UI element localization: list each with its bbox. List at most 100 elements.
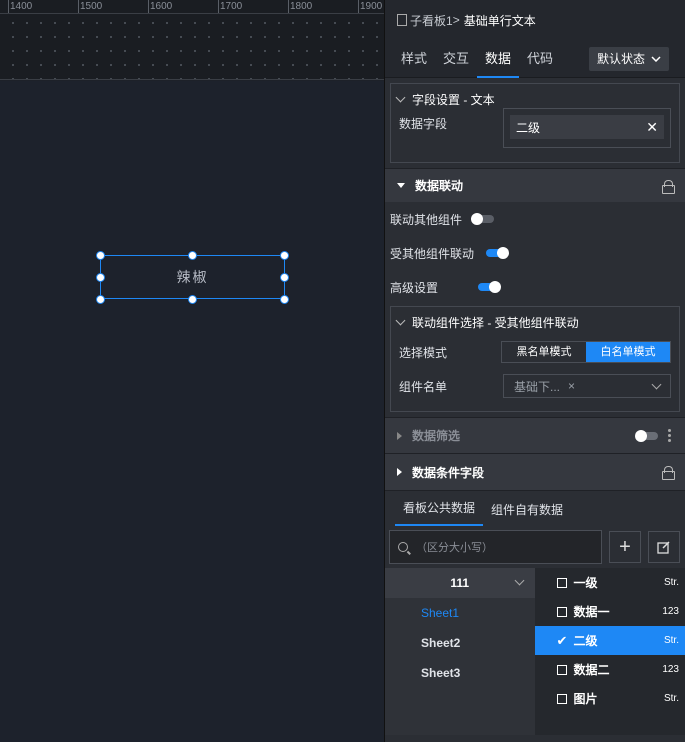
linked-by-others-label: 受其他组件联动 xyxy=(390,246,475,261)
design-canvas[interactable]: 1400 1500 1600 1700 1800 1900 辣椒 xyxy=(0,0,384,742)
data-field-dropzone[interactable]: 二级 ✕ xyxy=(503,108,671,148)
breadcrumb-parent[interactable]: 子看板1 xyxy=(410,12,453,29)
advanced-toggle[interactable] xyxy=(478,281,502,293)
edit-button[interactable] xyxy=(648,531,680,563)
ruler-label: 1700 xyxy=(220,1,243,12)
more-vertical-icon[interactable] xyxy=(668,429,671,442)
resize-handle-w[interactable] xyxy=(96,273,105,282)
checkbox-icon[interactable] xyxy=(556,693,567,704)
ruler-label: 1500 xyxy=(80,1,103,12)
widget-text: 辣椒 xyxy=(176,269,209,285)
chevron-down-icon xyxy=(395,315,406,325)
ruler-label: 1400 xyxy=(10,1,33,12)
dataset-group[interactable]: 111 xyxy=(385,568,535,598)
data-field-chip[interactable]: 二级 ✕ xyxy=(510,115,664,139)
resize-handle-n[interactable] xyxy=(188,251,197,260)
search-icon xyxy=(398,542,408,552)
field-item-selected[interactable]: ✔ 二级 Str. xyxy=(534,626,685,655)
panel-tabs: 样式 交互 数据 代码 默认状态 xyxy=(385,40,685,78)
tab-data[interactable]: 数据 xyxy=(477,40,520,78)
field-setting-box: 字段设置 - 文本 数据字段 二级 ✕ xyxy=(390,83,680,163)
canvas-workspace[interactable] xyxy=(0,81,384,742)
mode-blacklist-option[interactable]: 黑名单模式 xyxy=(502,342,586,362)
tab-code[interactable]: 代码 xyxy=(519,40,561,78)
tab-public-data[interactable]: 看板公共数据 xyxy=(395,499,484,526)
data-field-label: 数据字段 xyxy=(399,116,448,131)
mode-whitelist-option[interactable]: 白名单模式 xyxy=(586,342,670,362)
checkbox-icon[interactable] xyxy=(556,577,567,588)
link-others-label: 联动其他组件 xyxy=(390,212,463,227)
link-select-header[interactable]: 联动组件选择 - 受其他组件联动 xyxy=(391,307,679,337)
checkbox-icon[interactable] xyxy=(556,606,567,617)
data-filter-section-header[interactable]: 数据筛选 xyxy=(385,417,685,453)
field-setting-title: 字段设置 - 文本 xyxy=(412,92,495,107)
field-item[interactable]: 图片 Str. xyxy=(535,684,685,713)
field-item-label: 数据二 xyxy=(573,663,610,677)
checkbox-icon[interactable] xyxy=(556,664,567,675)
search-row: （区分大小写） + xyxy=(385,526,685,568)
resize-handle-e[interactable] xyxy=(280,273,289,282)
field-type: 123 xyxy=(662,606,679,617)
field-item-label: 图片 xyxy=(573,692,598,706)
field-type: Str. xyxy=(663,577,679,588)
check-icon[interactable]: ✔ xyxy=(557,634,568,647)
document-icon xyxy=(397,14,407,26)
resize-handle-sw[interactable] xyxy=(96,295,105,304)
field-type: 123 xyxy=(662,664,679,675)
data-field-value: 二级 xyxy=(516,120,541,135)
chevron-down-icon xyxy=(395,92,406,102)
dataset-group-label: 111 xyxy=(450,576,470,590)
sheet-item[interactable]: Sheet2 xyxy=(385,628,535,658)
field-type: Str. xyxy=(663,693,679,704)
caret-down-icon xyxy=(397,183,405,188)
tab-own-data[interactable]: 组件自有数据 xyxy=(483,501,571,526)
search-input[interactable]: （区分大小写） xyxy=(389,530,602,564)
data-condition-section-header[interactable]: 数据条件字段 xyxy=(385,453,685,490)
resize-handle-nw[interactable] xyxy=(96,251,105,260)
breadcrumb-current: 基础单行文本 xyxy=(463,13,536,28)
resize-handle-se[interactable] xyxy=(280,295,289,304)
component-list-select[interactable]: 基础下... × xyxy=(503,374,671,398)
text-widget[interactable]: 辣椒 xyxy=(100,255,285,299)
linked-by-others-row: 受其他组件联动 xyxy=(385,236,685,270)
data-source-tabs: 看板公共数据 组件自有数据 xyxy=(385,490,685,526)
state-select[interactable]: 默认状态 xyxy=(589,46,669,71)
data-filter-title: 数据筛选 xyxy=(412,429,461,443)
sheet-item[interactable]: Sheet3 xyxy=(385,658,535,688)
add-button[interactable]: + xyxy=(609,531,641,563)
caret-right-icon xyxy=(397,431,402,440)
component-chip: 基础下... xyxy=(514,379,561,394)
lock-icon xyxy=(662,179,675,194)
data-filter-toggle[interactable] xyxy=(635,429,658,442)
link-others-toggle[interactable] xyxy=(471,213,495,225)
horizontal-ruler: 1400 1500 1600 1700 1800 1900 xyxy=(0,0,384,14)
linked-by-others-toggle[interactable] xyxy=(486,247,510,259)
breadcrumb: 子看板1 > 基础单行文本 xyxy=(385,0,685,40)
tab-interaction[interactable]: 交互 xyxy=(435,40,477,78)
tab-style[interactable]: 样式 xyxy=(393,40,435,78)
plus-icon: + xyxy=(619,535,631,558)
chip-remove-icon[interactable]: × xyxy=(568,379,575,393)
field-list: 一级 Str. 数据一 123 ✔ 二级 Str. 数据二 123 图片 Str… xyxy=(534,568,685,735)
chevron-down-icon xyxy=(514,575,524,586)
advanced-row: 高级设置 xyxy=(385,270,685,304)
component-list-label: 组件名单 xyxy=(399,379,448,394)
sheet-item[interactable]: Sheet1 xyxy=(385,598,535,628)
mode-segmented-control: 黑名单模式 白名单模式 xyxy=(501,341,671,363)
field-item[interactable]: 数据一 123 xyxy=(535,597,685,626)
ruler-label: 1800 xyxy=(290,1,313,12)
data-link-section-header[interactable]: 数据联动 xyxy=(385,168,685,202)
resize-handle-s[interactable] xyxy=(188,295,197,304)
edit-icon xyxy=(657,541,670,554)
close-icon[interactable]: ✕ xyxy=(646,119,658,136)
resize-handle-ne[interactable] xyxy=(280,251,289,260)
dataset-browser: 111 Sheet1 Sheet2 Sheet3 一级 Str. 数据一 123 xyxy=(385,568,685,735)
chevron-down-icon xyxy=(651,55,661,62)
ruler-label: 1600 xyxy=(150,1,173,12)
lock-icon xyxy=(662,466,675,480)
field-item[interactable]: 一级 Str. xyxy=(535,568,685,597)
field-item[interactable]: 数据二 123 xyxy=(535,655,685,684)
link-others-row: 联动其他组件 xyxy=(385,202,685,236)
ruler-label: 1900 xyxy=(360,1,383,12)
advanced-label: 高级设置 xyxy=(390,280,439,295)
